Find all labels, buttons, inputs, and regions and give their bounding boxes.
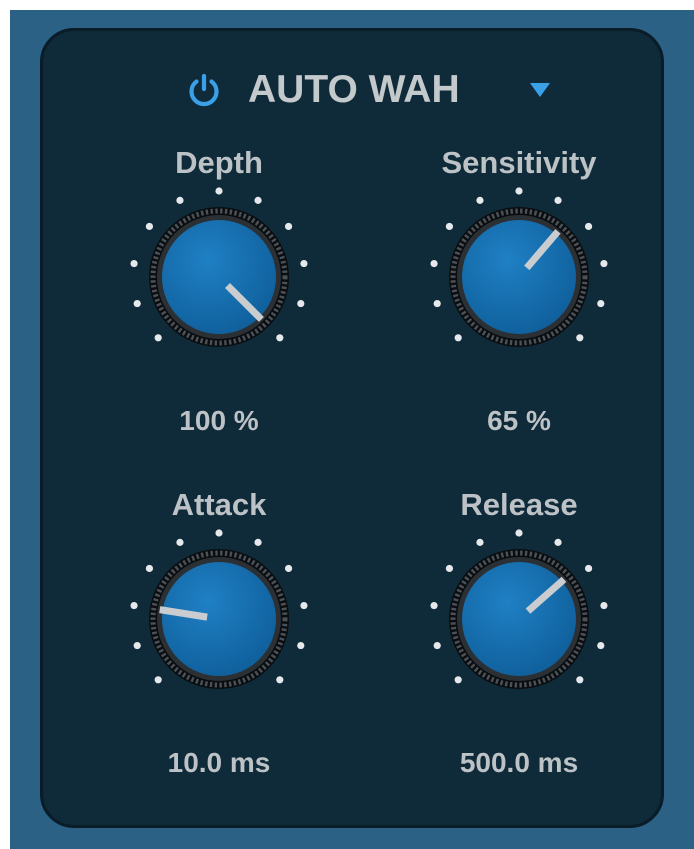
scale-dot — [215, 529, 223, 537]
scale-dot — [597, 641, 605, 650]
knob-value: 65 % — [487, 405, 551, 436]
panel-header: AUTO WAH — [43, 63, 661, 117]
scale-dot — [430, 259, 438, 268]
scale-dot — [133, 641, 141, 650]
knob-label: Sensitivity — [441, 145, 597, 180]
knob-value: 500.0 ms — [459, 747, 579, 778]
scale-dot — [145, 222, 154, 231]
scale-dot — [130, 601, 138, 610]
scale-dot — [445, 222, 454, 231]
scale-dot — [433, 641, 441, 650]
scale-dot — [584, 564, 593, 573]
scale-dot — [145, 564, 154, 573]
scale-dot — [130, 259, 138, 268]
scale-dot — [597, 299, 605, 308]
scale-dot — [297, 299, 305, 308]
scale-dot — [433, 299, 441, 308]
scale-dot — [430, 601, 438, 610]
scale-dot — [276, 334, 284, 342]
scale-dot — [476, 196, 484, 204]
scale-dot — [600, 601, 608, 610]
scale-dot — [297, 641, 305, 650]
knob-value: 100 % — [179, 405, 259, 436]
knob-cap — [462, 562, 576, 676]
scale-dot — [154, 676, 162, 684]
triangle-down-icon[interactable] — [527, 77, 553, 103]
scale-dot — [254, 196, 262, 204]
scale-dot — [445, 564, 454, 573]
scale-dot — [300, 601, 308, 610]
scale-dot — [454, 676, 462, 684]
scale-dot — [133, 299, 141, 308]
scale-dot — [600, 259, 608, 268]
effect-title[interactable]: AUTO WAH — [248, 63, 460, 117]
scale-dot — [284, 564, 293, 573]
scale-dot — [176, 538, 184, 546]
scale-dot — [515, 529, 523, 537]
knob-cap — [162, 562, 276, 676]
scale-dot — [576, 676, 584, 684]
knob-dial[interactable] — [419, 177, 619, 377]
knob-label: Depth — [175, 145, 263, 180]
knob-cap — [462, 220, 576, 334]
scale-dot — [476, 538, 484, 546]
knob-value: 10.0 ms — [167, 747, 271, 778]
plugin-frame: AUTO WAH Depth 100 % Sensitivity 65 % At… — [10, 10, 694, 849]
scale-dot — [300, 259, 308, 268]
power-icon[interactable] — [185, 72, 223, 110]
knob-dial[interactable] — [419, 519, 619, 719]
knob-label: Attack — [171, 487, 267, 522]
scale-dot — [176, 196, 184, 204]
scale-dot — [515, 187, 523, 195]
auto-wah-panel: AUTO WAH Depth 100 % Sensitivity 65 % At… — [40, 28, 664, 828]
knob-label: Release — [460, 487, 578, 522]
knob-dial[interactable] — [119, 519, 319, 719]
scale-dot — [454, 334, 462, 342]
scale-dot — [154, 334, 162, 342]
scale-dot — [576, 334, 584, 342]
scale-dot — [554, 538, 562, 546]
scale-dot — [284, 222, 293, 231]
knob-dial[interactable] — [119, 177, 319, 377]
scale-dot — [584, 222, 593, 231]
scale-dot — [276, 676, 284, 684]
scale-dot — [215, 187, 223, 195]
scale-dot — [254, 538, 262, 546]
scale-dot — [554, 196, 562, 204]
